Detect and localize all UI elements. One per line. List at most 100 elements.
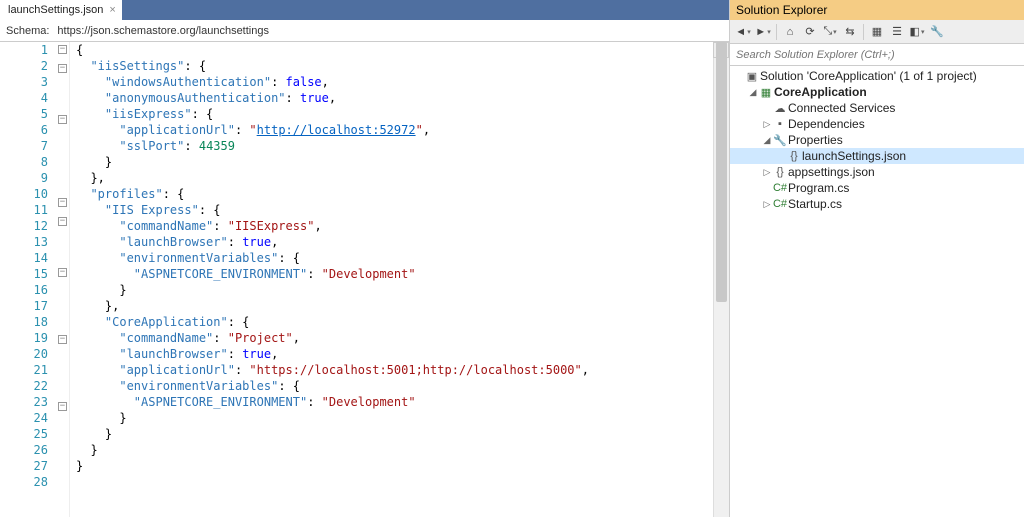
code-line[interactable] bbox=[76, 474, 713, 490]
schema-bar: Schema: https://json.schemastore.org/lau… bbox=[0, 20, 729, 42]
line-number: 6 bbox=[0, 122, 48, 138]
expand-icon[interactable]: ▷ bbox=[762, 119, 772, 130]
fold-gutter[interactable]: −−−−−−−− bbox=[56, 42, 70, 517]
tree-item-coreapplication[interactable]: ◢▦CoreApplication bbox=[730, 84, 1024, 100]
solution-explorer-toolbar: ◄► ⌂⟳⤡⇆ ▦☰◧🔧 bbox=[730, 20, 1024, 44]
code-content[interactable]: { "iisSettings": { "windowsAuthenticatio… bbox=[70, 42, 713, 517]
code-line[interactable]: } bbox=[76, 410, 713, 426]
line-number: 10 bbox=[0, 186, 48, 202]
code-line[interactable]: "applicationUrl": "http://localhost:5297… bbox=[76, 122, 713, 138]
back-icon[interactable]: ◄ bbox=[734, 23, 752, 41]
line-number: 26 bbox=[0, 442, 48, 458]
tree-item-label: Solution 'CoreApplication' (1 of 1 proje… bbox=[760, 69, 977, 83]
code-line[interactable]: } bbox=[76, 458, 713, 474]
line-number: 17 bbox=[0, 298, 48, 314]
expand-icon[interactable]: ▷ bbox=[762, 199, 772, 210]
line-number: 7 bbox=[0, 138, 48, 154]
home-icon[interactable]: ⌂ bbox=[781, 23, 799, 41]
tree-item-label: CoreApplication bbox=[774, 85, 867, 99]
line-number: 2 bbox=[0, 58, 48, 74]
tree-item-appsettings-json[interactable]: ▷{}appsettings.json bbox=[730, 164, 1024, 180]
toolbar-separator bbox=[863, 24, 864, 40]
code-line[interactable]: "windowsAuthentication": false, bbox=[76, 74, 713, 90]
fold-toggle-icon: − bbox=[58, 402, 67, 411]
code-line[interactable]: "environmentVariables": { bbox=[76, 250, 713, 266]
close-icon[interactable]: × bbox=[109, 4, 115, 16]
prop-icon: 🔧 bbox=[772, 134, 788, 147]
tree-item-startup-cs[interactable]: ▷C#Startup.cs bbox=[730, 196, 1024, 212]
code-line[interactable]: "ASPNETCORE_ENVIRONMENT": "Development" bbox=[76, 394, 713, 410]
line-number: 18 bbox=[0, 314, 48, 330]
tab-launchsettings[interactable]: launchSettings.json × bbox=[0, 0, 122, 20]
line-number: 22 bbox=[0, 378, 48, 394]
tree-item-launchsettings-json[interactable]: {}launchSettings.json bbox=[730, 148, 1024, 164]
preview-icon[interactable]: ◧ bbox=[908, 23, 926, 41]
line-number: 27 bbox=[0, 458, 48, 474]
code-line[interactable]: "profiles": { bbox=[76, 186, 713, 202]
wrench-icon[interactable]: 🔧 bbox=[928, 23, 946, 41]
code-line[interactable]: } bbox=[76, 154, 713, 170]
refresh-icon[interactable]: ⟳ bbox=[801, 23, 819, 41]
solution-explorer: Solution Explorer ◄►⌂⟳⤡⇆▦☰◧🔧 ▣Solution '… bbox=[730, 0, 1024, 517]
line-number-gutter: 1234567891011121314151617181920212223242… bbox=[0, 42, 56, 517]
tree-item-properties[interactable]: ◢🔧Properties bbox=[730, 132, 1024, 148]
tab-bar: launchSettings.json × bbox=[0, 0, 729, 20]
code-line[interactable]: "CoreApplication": { bbox=[76, 314, 713, 330]
sync-icon[interactable]: ⇆ bbox=[841, 23, 859, 41]
json-icon: {} bbox=[786, 150, 802, 162]
expand-icon[interactable]: ◢ bbox=[748, 87, 758, 98]
line-number: 9 bbox=[0, 170, 48, 186]
code-line[interactable]: "anonymousAuthentication": true, bbox=[76, 90, 713, 106]
code-line[interactable]: }, bbox=[76, 170, 713, 186]
fwd-icon[interactable]: ► bbox=[754, 23, 772, 41]
code-line[interactable]: "launchBrowser": true, bbox=[76, 346, 713, 362]
cs-icon: C# bbox=[772, 182, 788, 194]
line-number: 16 bbox=[0, 282, 48, 298]
code-line[interactable]: "commandName": "Project", bbox=[76, 330, 713, 346]
line-number: 13 bbox=[0, 234, 48, 250]
code-line[interactable]: "sslPort": 44359 bbox=[76, 138, 713, 154]
code-line[interactable]: } bbox=[76, 442, 713, 458]
showall-icon[interactable]: ▦ bbox=[868, 23, 886, 41]
tree-item-label: Properties bbox=[788, 133, 843, 147]
schema-url[interactable]: https://json.schemastore.org/launchsetti… bbox=[53, 25, 729, 37]
code-line[interactable]: "IIS Express": { bbox=[76, 202, 713, 218]
solution-tree[interactable]: ▣Solution 'CoreApplication' (1 of 1 proj… bbox=[730, 66, 1024, 517]
code-line[interactable]: "commandName": "IISExpress", bbox=[76, 218, 713, 234]
code-line[interactable]: "launchBrowser": true, bbox=[76, 234, 713, 250]
expand-icon[interactable]: ◢ bbox=[762, 135, 772, 146]
tree-item-label: Startup.cs bbox=[788, 197, 842, 211]
code-line[interactable]: } bbox=[76, 426, 713, 442]
expand-icon[interactable]: ▷ bbox=[762, 167, 772, 178]
code-line[interactable]: "ASPNETCORE_ENVIRONMENT": "Development" bbox=[76, 266, 713, 282]
code-line[interactable]: { bbox=[76, 42, 713, 58]
properties-icon[interactable]: ☰ bbox=[888, 23, 906, 41]
code-line[interactable]: } bbox=[76, 282, 713, 298]
solution-explorer-search[interactable] bbox=[730, 44, 1024, 66]
fold-toggle-icon: − bbox=[58, 64, 67, 73]
collapse-icon[interactable]: ⤡ bbox=[821, 23, 839, 41]
tree-item-label: Dependencies bbox=[788, 117, 865, 131]
tree-item-dependencies[interactable]: ▷▪Dependencies bbox=[730, 116, 1024, 132]
tree-item-program-cs[interactable]: C#Program.cs bbox=[730, 180, 1024, 196]
conn-icon: ☁ bbox=[772, 102, 788, 115]
line-number: 21 bbox=[0, 362, 48, 378]
tree-item-connected-services[interactable]: ☁Connected Services bbox=[730, 100, 1024, 116]
code-line[interactable]: "iisExpress": { bbox=[76, 106, 713, 122]
fold-toggle-icon: − bbox=[58, 335, 67, 344]
line-number: 1 bbox=[0, 42, 48, 58]
vertical-scrollbar[interactable]: ≡ bbox=[713, 42, 729, 517]
scrollbar-thumb[interactable] bbox=[716, 42, 727, 302]
code-editor[interactable]: 1234567891011121314151617181920212223242… bbox=[0, 42, 729, 517]
tree-item-solution-coreapplication-1-of-1-project[interactable]: ▣Solution 'CoreApplication' (1 of 1 proj… bbox=[730, 68, 1024, 84]
line-number: 3 bbox=[0, 74, 48, 90]
code-line[interactable]: "environmentVariables": { bbox=[76, 378, 713, 394]
search-input[interactable] bbox=[730, 49, 1024, 61]
line-number: 14 bbox=[0, 250, 48, 266]
fold-toggle-icon: − bbox=[58, 198, 67, 207]
code-line[interactable]: "iisSettings": { bbox=[76, 58, 713, 74]
code-line[interactable]: "applicationUrl": "https://localhost:500… bbox=[76, 362, 713, 378]
fold-toggle-icon: − bbox=[58, 115, 67, 124]
tab-title: launchSettings.json bbox=[8, 4, 103, 16]
code-line[interactable]: }, bbox=[76, 298, 713, 314]
